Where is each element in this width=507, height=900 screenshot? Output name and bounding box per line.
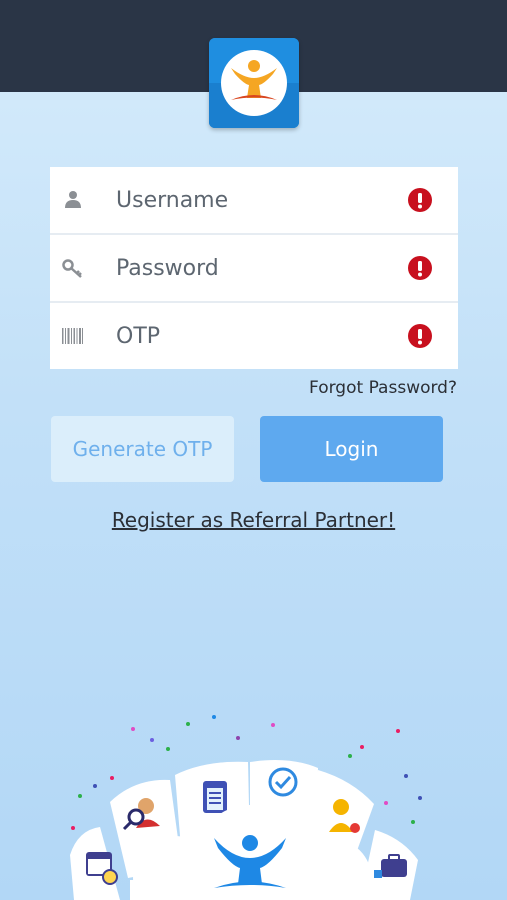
generate-otp-button[interactable]: Generate OTP <box>51 416 234 482</box>
password-field-row <box>50 235 458 301</box>
otp-field-row <box>50 303 458 369</box>
login-form <box>50 167 458 369</box>
username-input[interactable] <box>116 179 396 221</box>
forgot-password-link[interactable]: Forgot Password? <box>309 378 457 398</box>
user-icon <box>65 191 81 208</box>
password-input[interactable] <box>116 247 396 289</box>
otp-input[interactable] <box>116 315 396 357</box>
bottom-illustration <box>70 715 422 900</box>
login-button[interactable]: Login <box>260 416 443 482</box>
app-logo <box>209 38 299 128</box>
calendar-card <box>70 827 120 900</box>
alert-icon <box>408 256 432 280</box>
register-referral-link[interactable]: Register as Referral Partner! <box>0 508 507 532</box>
username-field-row <box>50 167 458 233</box>
key-icon <box>62 259 82 278</box>
alert-icon <box>408 324 432 348</box>
barcode-icon <box>62 328 83 344</box>
alert-icon <box>408 188 432 212</box>
